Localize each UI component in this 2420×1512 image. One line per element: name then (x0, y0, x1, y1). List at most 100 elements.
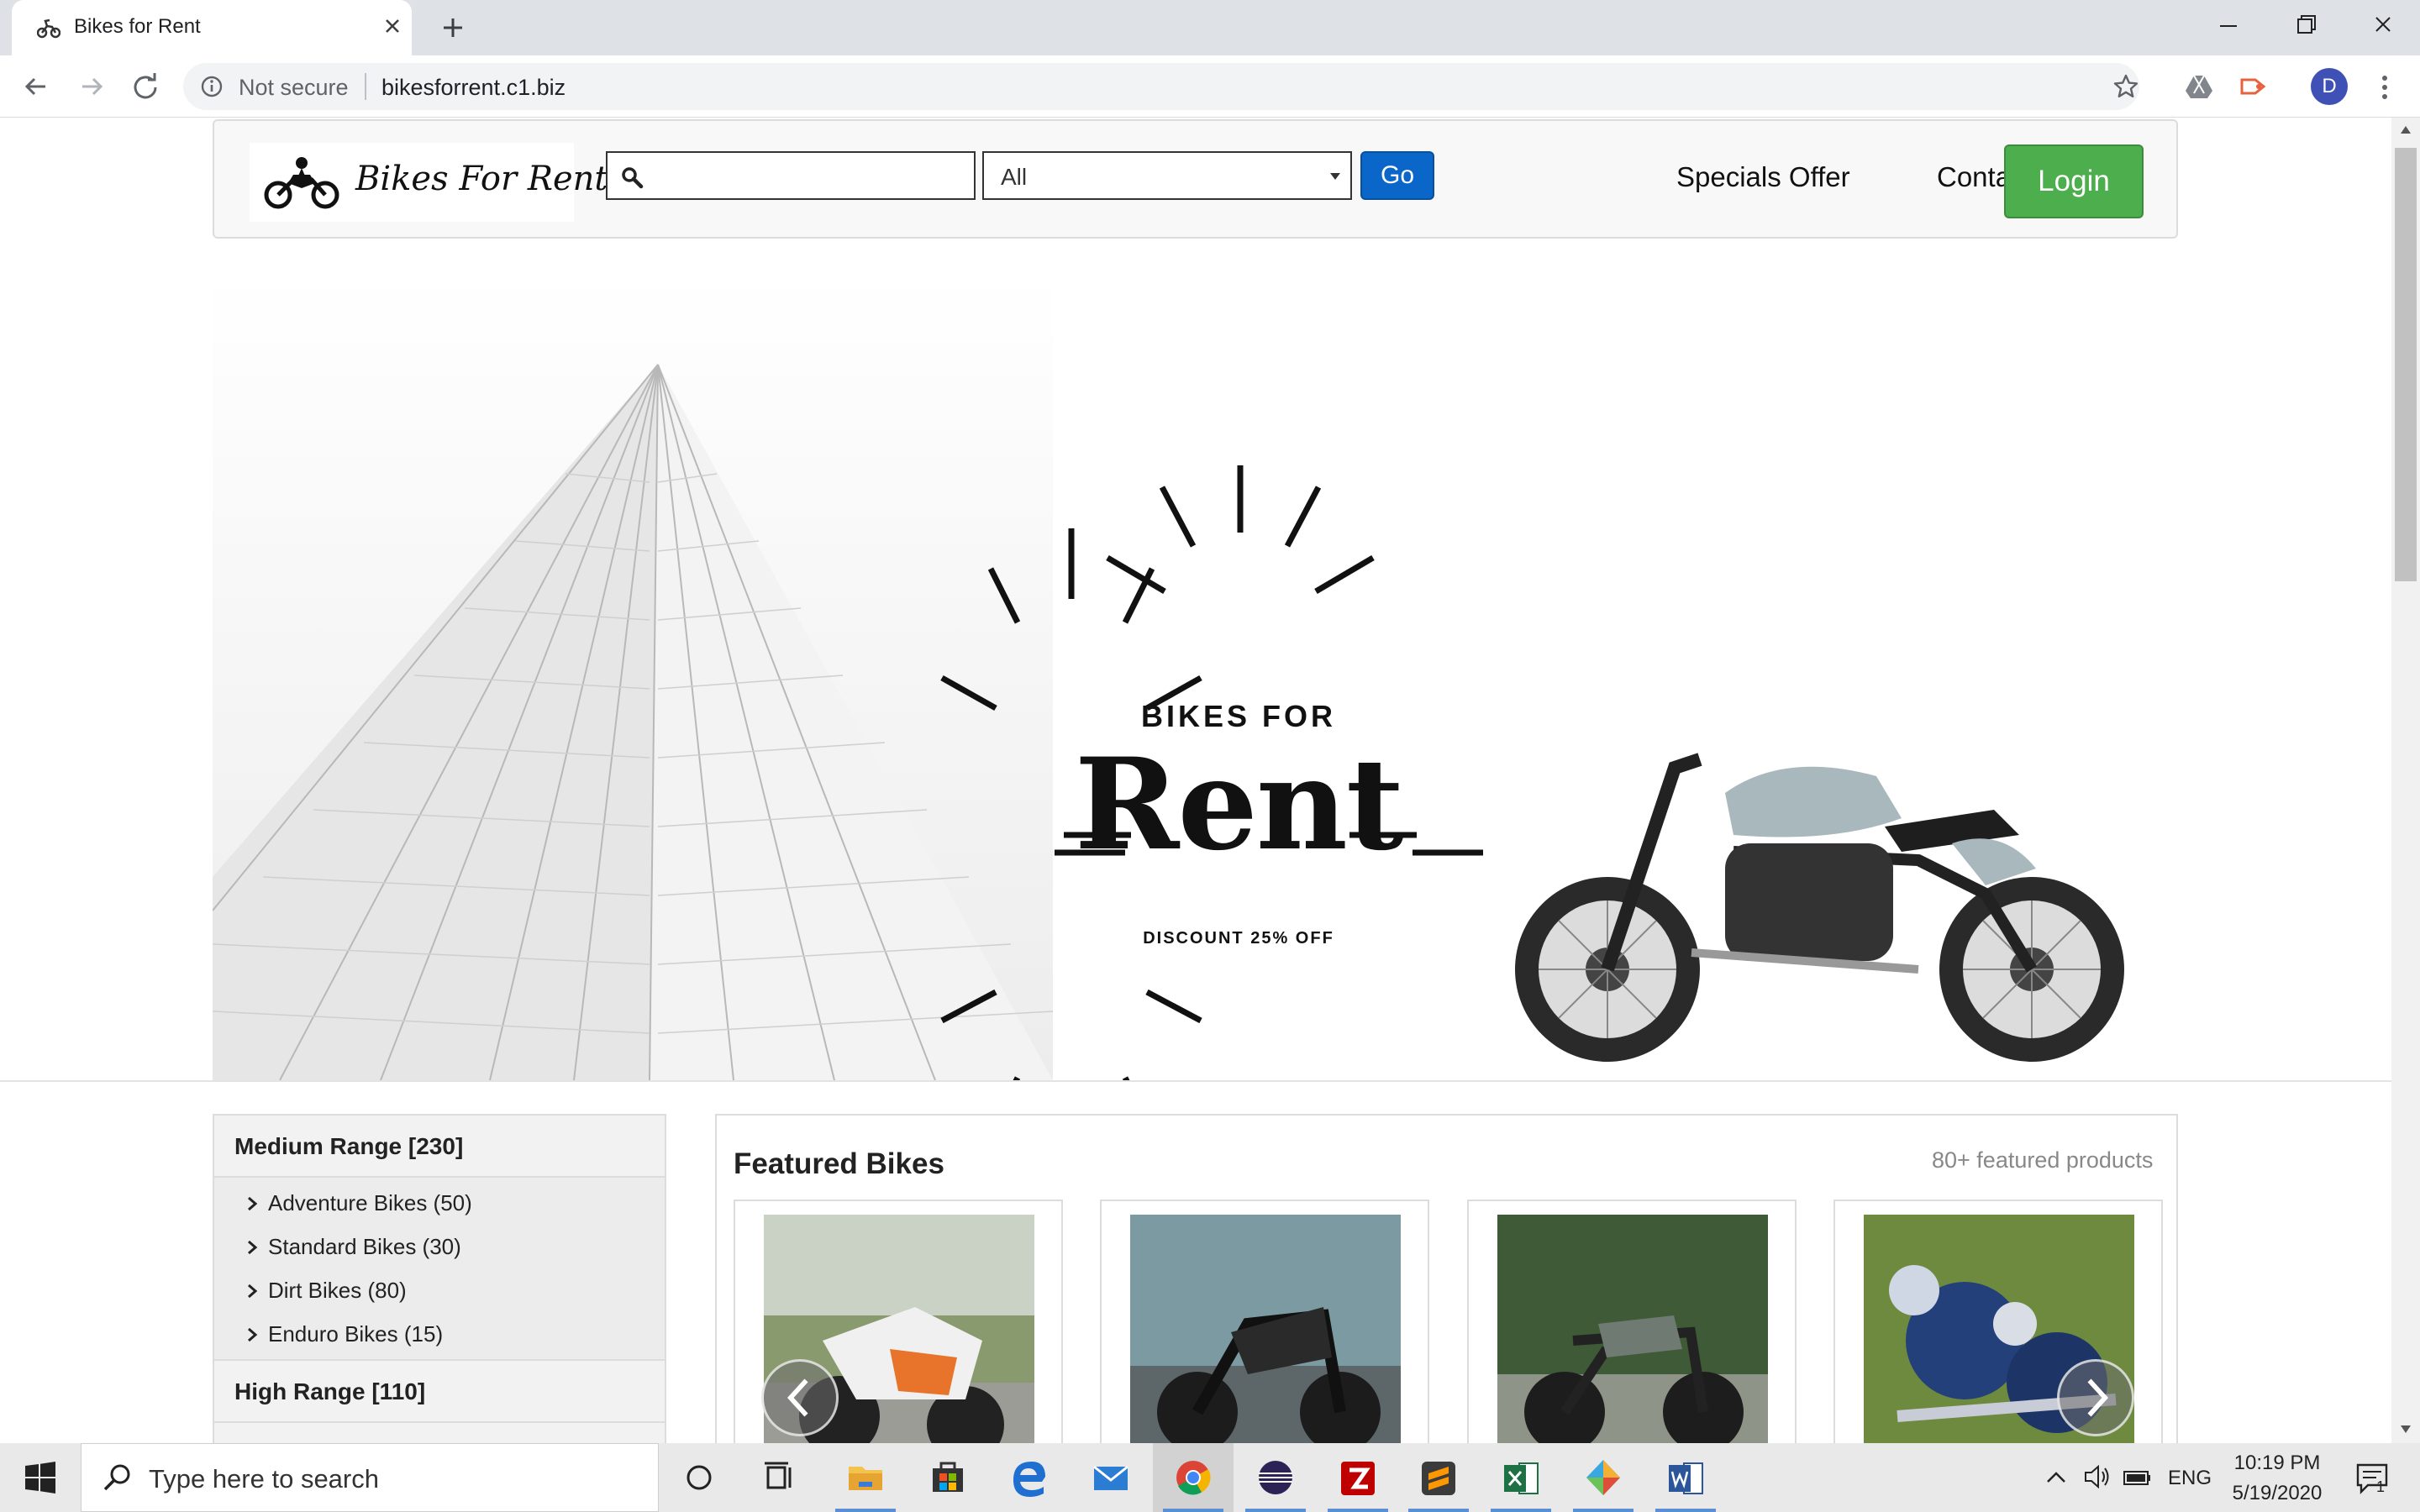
task-view-icon[interactable] (739, 1443, 820, 1512)
info-icon[interactable] (200, 75, 224, 98)
browser-menu-icon[interactable] (2370, 71, 2400, 104)
sidebar-item-label: Enduro Bikes (15) (268, 1321, 444, 1347)
windows-start-icon[interactable] (0, 1443, 81, 1512)
banner-main-text: Rent (1074, 731, 1404, 879)
site-logo[interactable]: Bikes For Rent (250, 143, 608, 222)
sidebar-sublist-medium-range: Adventure Bikes (50) Standard Bikes (30)… (214, 1178, 665, 1361)
file-explorer-icon[interactable] (825, 1443, 906, 1512)
page-scrollbar[interactable] (2391, 118, 2420, 1443)
url-text[interactable]: bikesforrent.c1.biz (381, 75, 566, 101)
edge-browser-icon[interactable] (988, 1443, 1069, 1512)
security-status: Not secure (239, 75, 349, 100)
taskbar-search-placeholder: Type here to search (149, 1464, 379, 1494)
scrambler-bike-photo (1497, 1215, 1768, 1443)
clock-time[interactable]: 10:19 PM (2218, 1452, 2336, 1475)
sidebar-group-high-range[interactable]: High Range [110] (214, 1361, 665, 1423)
sidebar-item-enduro-bikes[interactable]: Enduro Bikes (15) (214, 1312, 665, 1356)
product-card[interactable] (1100, 1200, 1429, 1443)
sidebar-item-dirt-bikes[interactable]: Dirt Bikes (80) (214, 1268, 665, 1312)
action-center-icon[interactable] (2351, 1457, 2393, 1499)
browser-tab[interactable]: Bikes for Rent (12, 0, 412, 55)
mail-icon[interactable] (1071, 1443, 1151, 1512)
sidebar-item-adventure-bikes[interactable]: Adventure Bikes (50) (214, 1181, 665, 1225)
chevron-right-icon (248, 1327, 258, 1342)
filezilla-icon[interactable] (1318, 1443, 1398, 1512)
cafe-racer-motorcycle-image (1515, 753, 2124, 1062)
cortana-circle-icon[interactable] (659, 1443, 739, 1512)
close-tab-icon[interactable] (380, 13, 405, 39)
address-separator (365, 73, 366, 100)
hero-banner: BIKES FOR Rent DISCOUNT 25% OFF (213, 272, 2178, 1080)
sidebar-item-standard-bikes[interactable]: Standard Bikes (30) (214, 1225, 665, 1268)
banner-divider (0, 1080, 2391, 1082)
new-tab-plus-icon[interactable] (437, 12, 469, 44)
go-button[interactable]: Go (1360, 151, 1434, 200)
browser-tabstrip: Bikes for Rent (0, 0, 2420, 55)
window-restore-icon[interactable] (2267, 0, 2344, 49)
sidebar-item-label: Adventure Bikes (50) (268, 1190, 472, 1215)
windows-taskbar: Type here to search ENG 10:19 PM 5/19/20… (0, 1443, 2420, 1512)
scroll-down-arrow-icon[interactable] (2400, 1425, 2412, 1435)
banner-discount-text: DISCOUNT 25% OFF (1143, 929, 1334, 948)
chrome-icon (1176, 1461, 1211, 1495)
nav-link-specials-offer[interactable]: Specials Offer (1676, 161, 1850, 193)
login-button[interactable]: Login (2004, 144, 2144, 218)
notification-count-badge: 1 (2376, 1478, 2386, 1495)
active-app-indicator (1163, 1509, 1223, 1512)
chevron-down-icon (1330, 173, 1340, 180)
reload-icon[interactable] (128, 69, 163, 104)
site-navbar: Bikes For Rent All Go Specials Offer Con… (213, 119, 2178, 239)
scrollbar-thumb[interactable] (2395, 148, 2417, 581)
sidebar-group-popular-bikes[interactable]: Popular Bikes [30] (214, 1423, 665, 1443)
sidebar-item-label: Dirt Bikes (80) (268, 1278, 407, 1303)
featured-bikes-panel: Featured Bikes 80+ featured products (715, 1114, 2178, 1443)
category-select[interactable]: All (982, 151, 1352, 200)
search-box[interactable] (606, 151, 976, 200)
product-card[interactable] (1467, 1200, 1797, 1443)
featured-title: Featured Bikes (734, 1147, 944, 1180)
tab-title: Bikes for Rent (74, 15, 201, 38)
search-input[interactable] (655, 158, 965, 193)
window-close-icon[interactable] (2344, 0, 2420, 49)
search-icon (103, 1464, 130, 1491)
naked-bike-photo (1130, 1215, 1401, 1443)
profile-avatar[interactable]: D (2311, 68, 2348, 105)
chevron-right-icon (248, 1284, 258, 1299)
forward-arrow-icon[interactable] (74, 69, 109, 104)
chevron-right-icon (248, 1240, 258, 1255)
scroll-up-arrow-icon[interactable] (2400, 124, 2412, 134)
back-arrow-icon[interactable] (18, 69, 54, 104)
word-icon[interactable] (1645, 1443, 1726, 1512)
sidebar-item-label: Standard Bikes (30) (268, 1234, 461, 1259)
carousel-prev-chevron-icon[interactable] (761, 1359, 839, 1436)
carousel-next-chevron-icon[interactable] (2057, 1359, 2134, 1436)
sublime-text-icon[interactable] (1398, 1443, 1479, 1512)
category-sidebar: Medium Range [230] Adventure Bikes (50) … (213, 1114, 666, 1443)
clock-date[interactable]: 5/19/2020 (2218, 1482, 2336, 1505)
address-bar[interactable]: Not secure bikesforrent.c1.biz (183, 63, 2139, 110)
sidebar-group-medium-range[interactable]: Medium Range [230] (214, 1116, 665, 1178)
search-icon (622, 167, 644, 189)
battery-icon[interactable] (2121, 1463, 2153, 1492)
cast-extension-icon[interactable] (2237, 71, 2269, 102)
input-language-indicator[interactable]: ENG (2168, 1467, 2212, 1490)
drive-extension-icon[interactable] (2183, 71, 2215, 102)
gitkraken-icon[interactable] (1563, 1443, 1644, 1512)
taskbar-search-box[interactable]: Type here to search (81, 1443, 659, 1512)
microsoft-store-icon[interactable] (908, 1443, 988, 1512)
bookmark-star-icon[interactable] (2112, 73, 2139, 100)
featured-count: 80+ featured products (1932, 1147, 2154, 1173)
motorcycle-rider-logo-icon (264, 157, 339, 209)
category-select-value: All (1001, 164, 1028, 190)
excel-icon[interactable] (1481, 1443, 1561, 1512)
tray-chevron-up-icon[interactable] (2044, 1465, 2069, 1490)
motorcycle-favicon-icon (37, 18, 60, 39)
eclipse-ide-icon[interactable] (1235, 1443, 1316, 1512)
banner-kicker-text: BIKES FOR (1140, 699, 1336, 733)
browser-toolbar: Not secure bikesforrent.c1.biz D (0, 55, 2420, 118)
volume-icon[interactable] (2082, 1462, 2112, 1492)
window-minimize-icon[interactable] (2190, 0, 2267, 49)
taskbar-chrome-button[interactable] (1153, 1443, 1234, 1512)
logo-text: Bikes For Rent (355, 160, 608, 198)
page-viewport: Bikes For Rent All Go Specials Offer Con… (0, 118, 2391, 1443)
